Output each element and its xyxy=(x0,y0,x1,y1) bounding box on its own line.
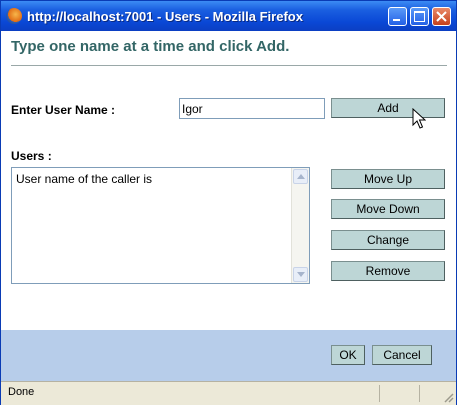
minimize-icon[interactable] xyxy=(388,7,407,26)
move-up-button[interactable]: Move Up xyxy=(331,169,445,189)
mouse-cursor-icon xyxy=(412,108,426,129)
page-instruction: Type one name at a time and click Add. xyxy=(11,38,290,55)
users-scrollbar[interactable] xyxy=(291,168,309,283)
users-listbox[interactable]: User name of the caller is xyxy=(11,167,310,284)
browser-window: http://localhost:7001 - Users - Mozilla … xyxy=(0,0,457,405)
remove-button[interactable]: Remove xyxy=(331,261,445,281)
status-divider xyxy=(379,385,380,402)
status-bar: Done xyxy=(1,381,456,405)
user-name-input[interactable] xyxy=(179,98,325,119)
scroll-down-icon[interactable] xyxy=(293,267,308,282)
maximize-icon[interactable] xyxy=(410,7,429,26)
move-down-button[interactable]: Move Down xyxy=(331,199,445,219)
status-divider xyxy=(419,385,420,402)
title-bar[interactable]: http://localhost:7001 - Users - Mozilla … xyxy=(1,1,456,31)
cancel-button[interactable]: Cancel xyxy=(372,345,432,365)
ok-button[interactable]: OK xyxy=(331,345,365,365)
change-button[interactable]: Change xyxy=(331,230,445,250)
users-label: Users : xyxy=(11,149,52,163)
scroll-up-icon[interactable] xyxy=(293,169,308,184)
resize-grip-icon[interactable] xyxy=(442,391,454,403)
close-icon[interactable] xyxy=(432,7,451,26)
window-title: http://localhost:7001 - Users - Mozilla … xyxy=(27,9,303,24)
firefox-icon xyxy=(6,8,22,24)
add-button[interactable]: Add xyxy=(331,98,445,118)
status-text: Done xyxy=(8,386,35,398)
user-name-label: Enter User Name : xyxy=(11,103,116,117)
divider xyxy=(11,65,447,66)
list-item[interactable]: User name of the caller is xyxy=(16,172,152,186)
